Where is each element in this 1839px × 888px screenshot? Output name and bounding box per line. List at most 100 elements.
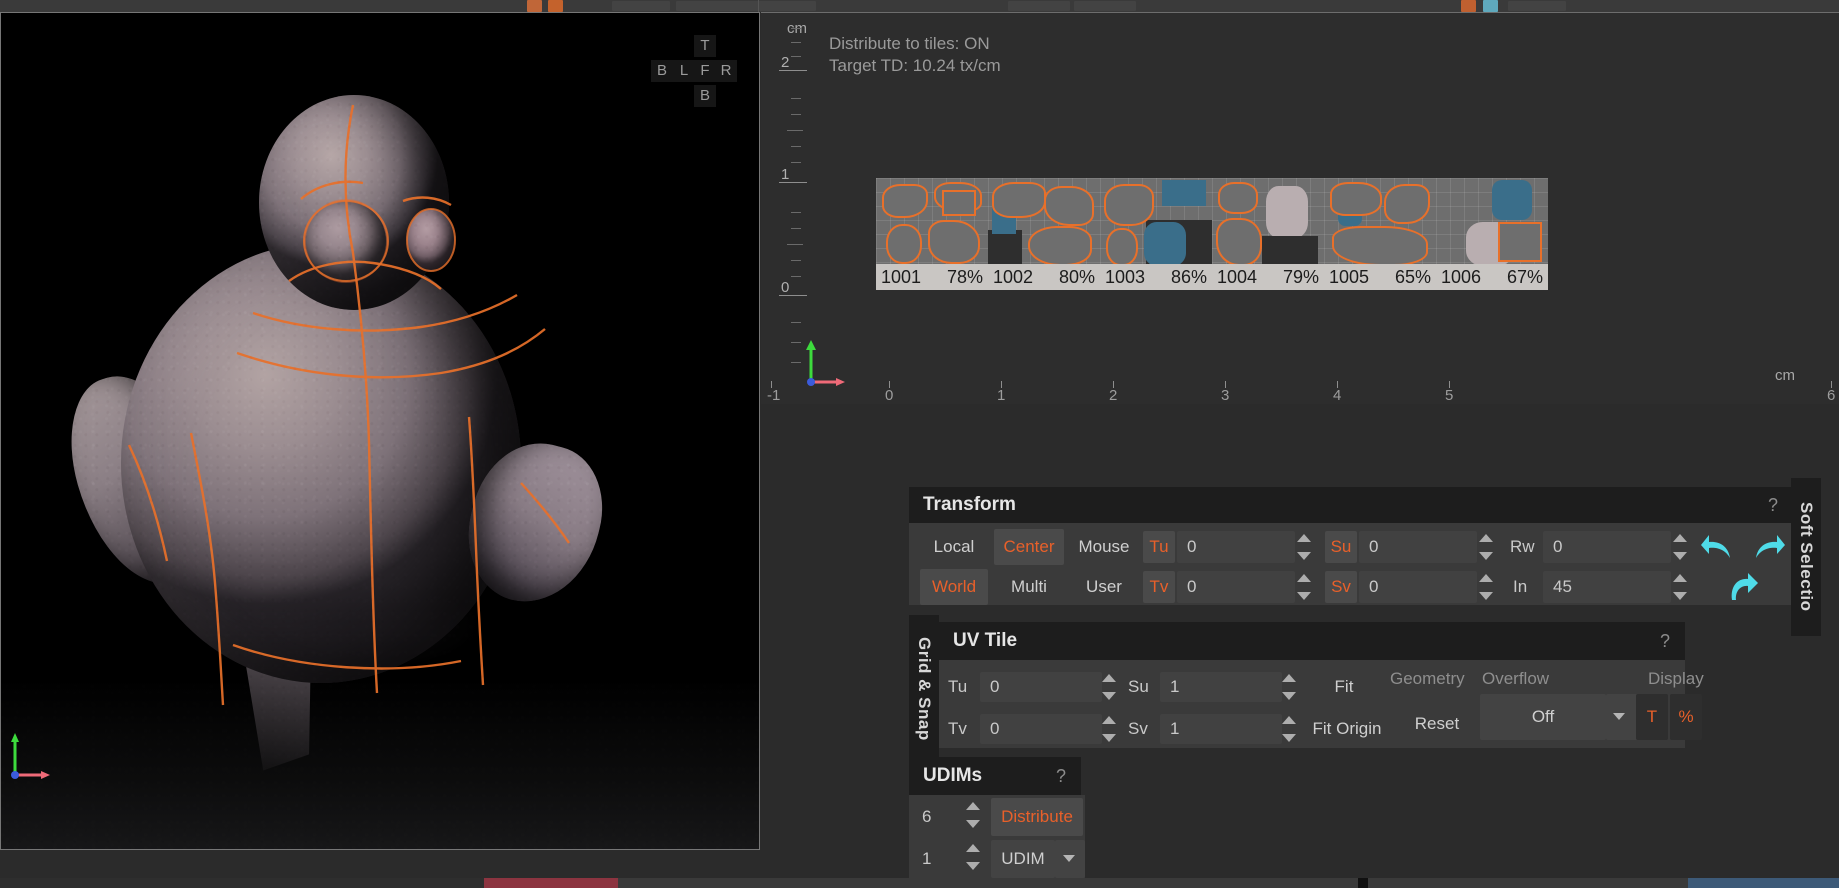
uv-tile-sv-input[interactable]: 1 (1160, 714, 1282, 744)
udim-tile[interactable]: 1002 80% (988, 178, 1100, 290)
transform-in-input[interactable]: 45 (1543, 571, 1671, 603)
udim-tile[interactable]: 1005 65% (1324, 178, 1436, 290)
udims-help-button[interactable]: ? (1041, 757, 1081, 795)
reapply-arrow-icon[interactable] (1724, 572, 1762, 606)
tile-coverage: 78% (946, 266, 983, 287)
toolbar-icon-a[interactable] (527, 0, 542, 12)
uv-tile-tu-label: Tu (948, 677, 968, 696)
udims-count-stepper[interactable] (966, 800, 980, 830)
orientation-left-face[interactable]: L (673, 60, 695, 82)
uv-tile-sv-stepper[interactable] (1282, 714, 1296, 744)
uv-tile-tu-input[interactable]: 0 (980, 672, 1102, 702)
timeline-segment-red (484, 878, 618, 888)
timeline-strip[interactable] (0, 878, 1839, 888)
transform-tv-tag[interactable]: Tv (1143, 571, 1175, 603)
chevron-down-icon[interactable] (1613, 713, 1625, 720)
uv-vtick-minor-15 (791, 342, 801, 343)
toolbar-plate-d[interactable] (1074, 1, 1136, 11)
toolbar-icon-b[interactable] (548, 0, 563, 12)
udims-count-input[interactable]: 6 (912, 798, 964, 836)
display-percent-toggle[interactable]: % (1670, 694, 1702, 740)
uv-tile-overflow-dropdown[interactable]: Off (1480, 694, 1606, 740)
tile-footer: 1006 67% (1436, 264, 1548, 290)
uv-tile-reset-button[interactable]: Reset (1404, 708, 1470, 740)
tile-footer: 1005 65% (1324, 264, 1436, 290)
uv-tile-help-button[interactable]: ? (1645, 622, 1685, 660)
orientation-front-face[interactable]: F (694, 60, 716, 82)
timeline-playhead[interactable] (1358, 878, 1368, 888)
uv-tile-tv-stepper[interactable] (1102, 714, 1116, 744)
3d-viewport[interactable]: T B L F R B (0, 12, 760, 850)
transform-sv-stepper[interactable] (1479, 572, 1493, 602)
uv-vtick-minor-16 (791, 362, 801, 363)
uv-shell (992, 182, 1046, 218)
uv-vtick-minor-14 (791, 322, 801, 323)
transform-pivot-multi[interactable]: Multi (994, 569, 1064, 605)
uv-tile-su-stepper[interactable] (1282, 672, 1296, 702)
uv-tile-su-input[interactable]: 1 (1160, 672, 1282, 702)
udims-index-input[interactable]: 1 (912, 840, 964, 878)
transform-space-local[interactable]: Local (920, 529, 988, 565)
chevron-down-icon[interactable] (1063, 855, 1075, 862)
udim-tile[interactable]: 1006 67% (1436, 178, 1548, 290)
orientation-widget[interactable]: T B L F R B (651, 35, 737, 107)
transform-sv-input[interactable]: 0 (1359, 571, 1477, 603)
transform-tu-tag[interactable]: Tu (1143, 531, 1175, 563)
redo-arrow-icon[interactable] (1748, 532, 1786, 566)
transform-pivot-mouse[interactable]: Mouse (1068, 529, 1140, 565)
orientation-right-face[interactable]: R (715, 60, 737, 82)
undo-arrow-icon[interactable] (1700, 532, 1738, 566)
toolbar-plate-e[interactable] (1508, 1, 1566, 11)
uv-editor-view[interactable]: cm 2 1 0 Distribute to tiles: ON Target … (761, 12, 1839, 404)
tab-grid-and-snap[interactable]: Grid & Snap (909, 615, 939, 763)
orientation-top-face[interactable]: T (694, 35, 716, 57)
uv-vtick-minor-12 (791, 260, 801, 261)
transform-space-world[interactable]: World (920, 569, 988, 605)
transform-in-label: In (1513, 577, 1528, 596)
udims-distribute-button[interactable]: Distribute (991, 798, 1083, 836)
udim-tile-strip[interactable]: 1001 78% 1002 80% 1003 86% 1004 79% 1005… (876, 178, 1548, 290)
toolbar-icon-c[interactable] (1461, 0, 1476, 12)
transform-rw-stepper[interactable] (1673, 532, 1687, 562)
transform-sv-tag[interactable]: Sv (1325, 571, 1357, 603)
transform-pivot-center[interactable]: Center (994, 529, 1064, 565)
uv-vtick-minor-13 (791, 276, 801, 277)
toolbar-plate-a[interactable] (612, 1, 670, 11)
uv-tile-tv-label: Tv (948, 719, 967, 738)
transform-tu-stepper[interactable] (1297, 532, 1311, 562)
display-texel-toggle[interactable]: T (1636, 694, 1668, 740)
transform-su-input[interactable]: 0 (1359, 531, 1477, 563)
udims-index-stepper[interactable] (966, 842, 980, 872)
orientation-bottom-face[interactable]: B (694, 85, 716, 107)
transform-tv-stepper[interactable] (1297, 572, 1311, 602)
uv-tile-fit-button[interactable]: Fit (1315, 672, 1373, 702)
toolbar-plate-c[interactable] (1008, 1, 1070, 11)
transform-rw-input[interactable]: 0 (1543, 531, 1671, 563)
uv-tile-tu-stepper[interactable] (1102, 672, 1116, 702)
transform-su-tag[interactable]: Su (1325, 531, 1357, 563)
uv-shell (1104, 184, 1154, 226)
viewport-axis-gizmo (11, 733, 50, 779)
orientation-back-face[interactable]: B (651, 60, 673, 82)
uv-tile-fit-origin-button[interactable]: Fit Origin (1300, 714, 1394, 744)
transform-in-stepper[interactable] (1673, 572, 1687, 602)
tab-soft-selection[interactable]: Soft Selectio (1791, 478, 1821, 636)
transform-tu-input[interactable]: 0 (1177, 531, 1295, 563)
udim-tile[interactable]: 1004 79% (1212, 178, 1324, 290)
timeline-segment-mid (618, 878, 1358, 888)
toolbar-plate-b[interactable] (676, 1, 816, 11)
transform-su-stepper[interactable] (1479, 532, 1493, 562)
uv-hlabel-4: 4 (1333, 387, 1342, 404)
udim-tile[interactable]: 1003 86% (1100, 178, 1212, 290)
transform-panel-title: Transform (909, 487, 1569, 523)
toolbar-icon-d[interactable] (1483, 0, 1498, 12)
transform-tv-input[interactable]: 0 (1177, 571, 1295, 603)
uv-tile-tv-input[interactable]: 0 (980, 714, 1102, 744)
uv-hlabel-1: 1 (997, 387, 1006, 404)
transform-help-button[interactable]: ? (1755, 487, 1791, 523)
udim-tile[interactable]: 1001 78% (876, 178, 988, 290)
uv-shell-selected (1498, 222, 1542, 262)
uv-tile-geometry-label: Geometry (1390, 669, 1465, 688)
transform-pivot-user[interactable]: User (1068, 569, 1140, 605)
udims-mode-dropdown[interactable]: UDIM (991, 840, 1055, 878)
